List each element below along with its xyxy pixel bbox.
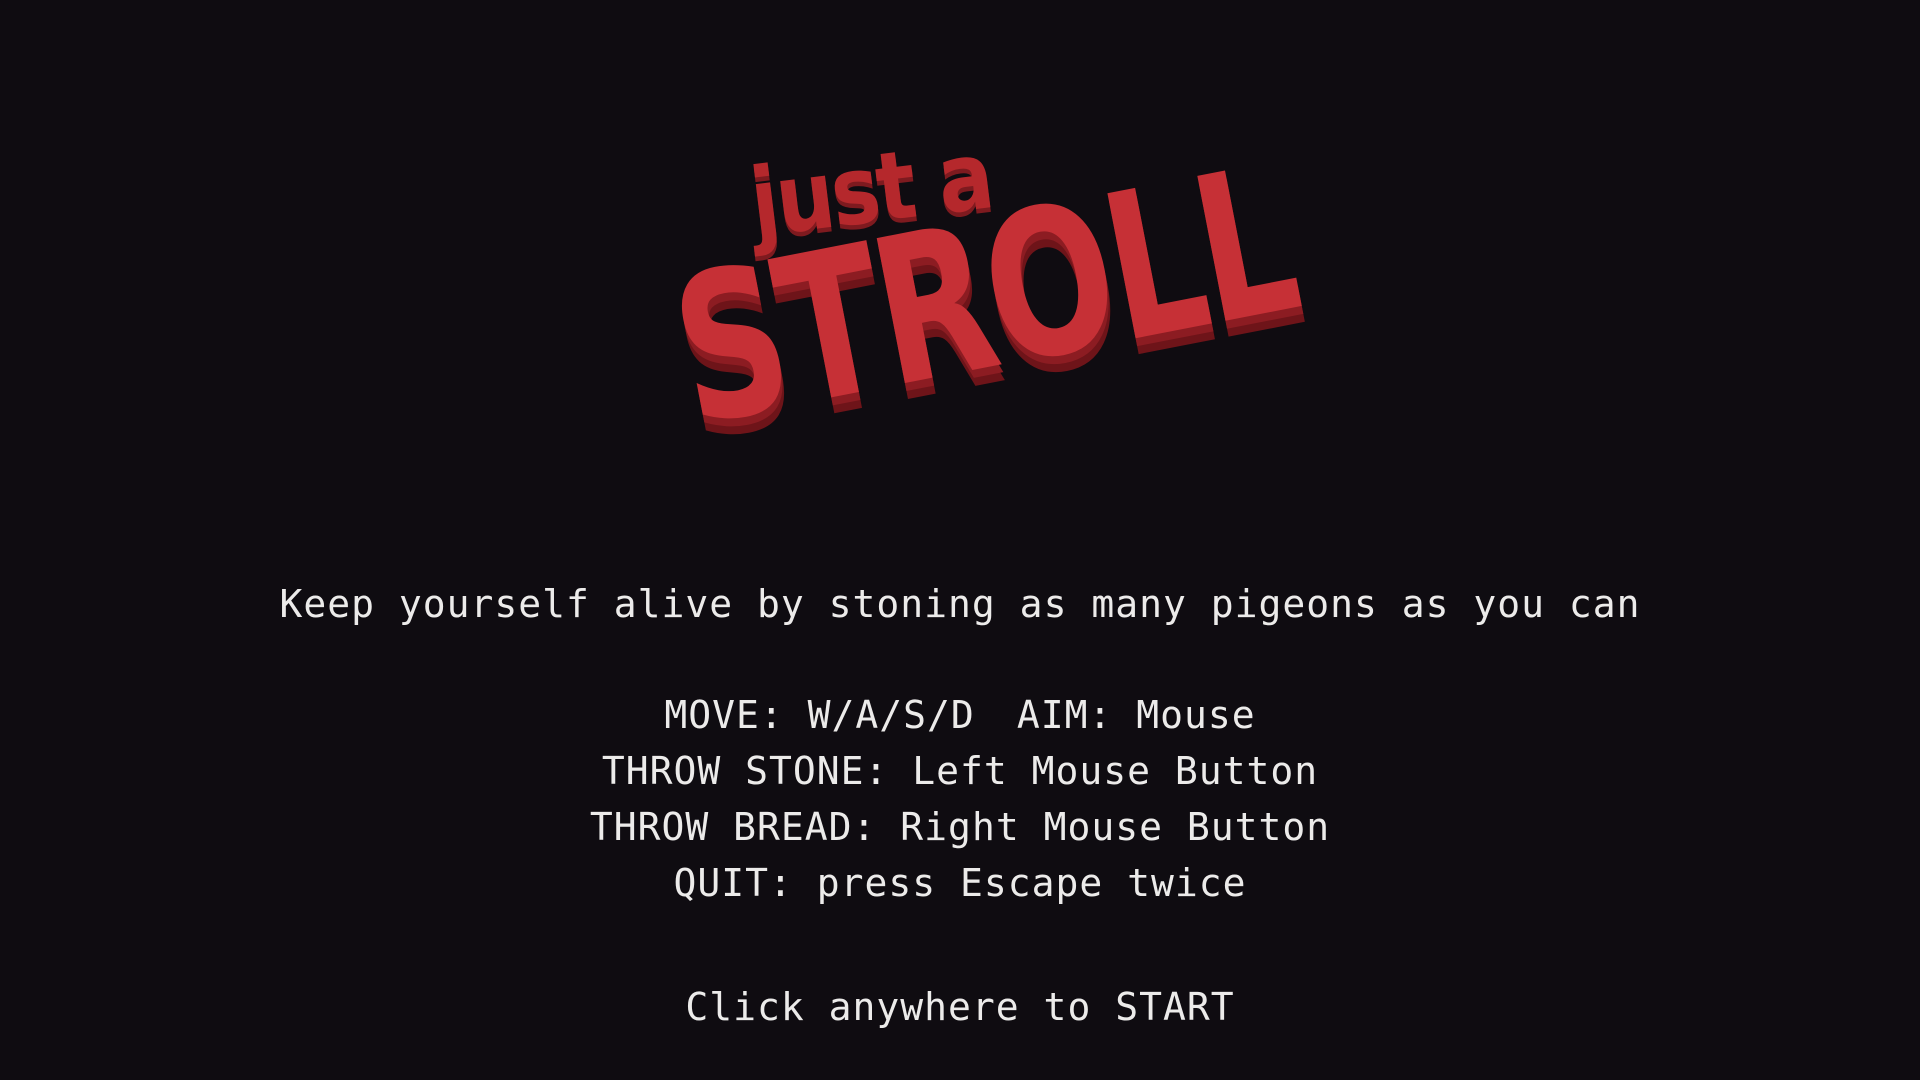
tagline: Keep yourself alive by stoning as many p…: [279, 582, 1641, 626]
controls-move-aim: MOVE: W/A/S/D AIM: Mouse: [0, 693, 1920, 737]
control-quit: QUIT: press Escape twice: [673, 861, 1247, 905]
control-aim: AIM: Mouse: [1016, 693, 1256, 737]
control-throw-bread: THROW BREAD: Right Mouse Button: [589, 805, 1331, 849]
start-prompt[interactable]: Click anywhere to START: [0, 985, 1920, 1029]
control-throw-stone: THROW STONE: Left Mouse Button: [601, 749, 1319, 793]
game-logo: just a STROLL: [657, 121, 1311, 520]
control-move: MOVE: W/A/S/D: [664, 693, 975, 737]
game-start-screen[interactable]: just a STROLL Keep yourself alive by sto…: [0, 0, 1920, 1080]
